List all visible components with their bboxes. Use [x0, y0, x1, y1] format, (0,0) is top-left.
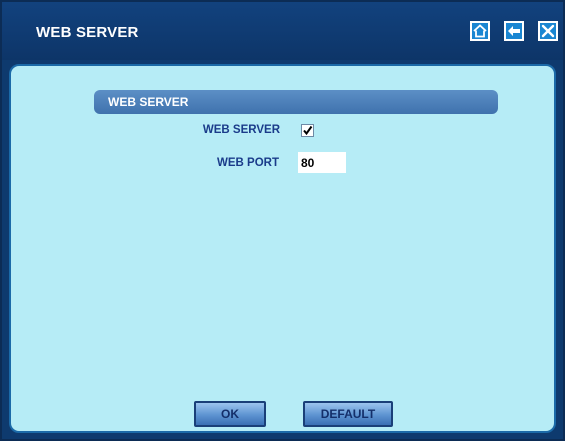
settings-panel: WEB SERVER WEB SERVER WEB PORT OK DEFAUL… [9, 64, 556, 433]
default-button[interactable]: DEFAULT [303, 401, 393, 427]
ok-button-label: OK [221, 407, 239, 421]
ok-button[interactable]: OK [194, 401, 266, 427]
close-icon [541, 24, 555, 38]
default-button-label: DEFAULT [320, 407, 376, 421]
home-icon [473, 24, 487, 38]
section-title: WEB SERVER [108, 95, 189, 109]
back-arrow-icon [507, 24, 521, 38]
web-port-input[interactable] [298, 152, 346, 173]
web-server-label: WEB SERVER [202, 124, 280, 136]
back-button[interactable] [504, 21, 524, 41]
section-header: WEB SERVER [94, 90, 498, 114]
web-server-checkbox[interactable] [301, 124, 314, 137]
web-server-window: WEB SERVER WEB SERVER WEB SERVER WEB POR… [0, 0, 565, 441]
window-title: WEB SERVER [36, 24, 139, 41]
web-port-label: WEB PORT [217, 157, 279, 169]
home-button[interactable] [470, 21, 490, 41]
check-icon [303, 125, 313, 136]
close-button[interactable] [538, 21, 558, 41]
title-bar: WEB SERVER [2, 2, 563, 60]
